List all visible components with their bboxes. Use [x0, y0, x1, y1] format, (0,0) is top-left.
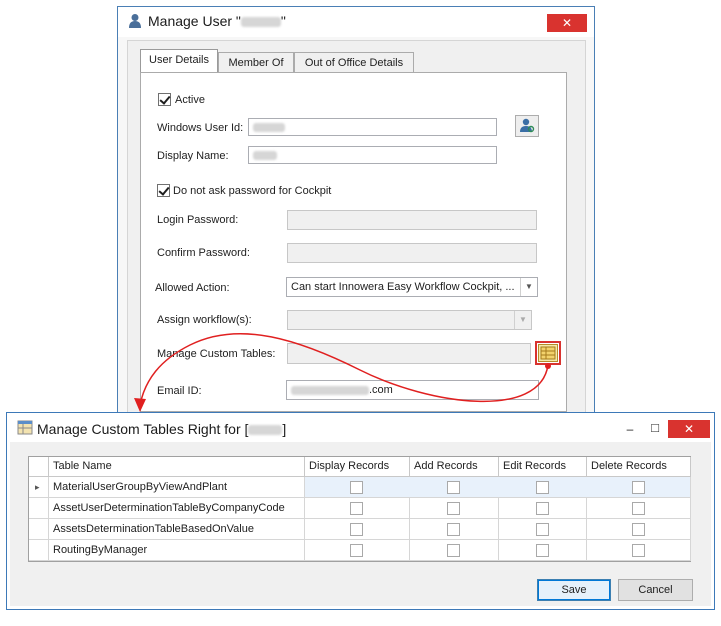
custom-tables-close-button[interactable]: ✕ [668, 420, 710, 438]
table-icon [540, 346, 556, 360]
find-user-button[interactable] [515, 115, 539, 137]
grid-window-icon [17, 420, 33, 438]
row-header[interactable] [29, 519, 49, 540]
delete-records-checkbox[interactable] [632, 544, 645, 557]
add-records-checkbox[interactable] [447, 502, 460, 515]
login-password-label: Login Password: [157, 214, 239, 226]
confirm-password-label: Confirm Password: [157, 247, 250, 259]
tab-out-of-office[interactable]: Out of Office Details [294, 52, 414, 73]
login-password-field[interactable] [287, 210, 537, 230]
no-password-label: Do not ask password for Cockpit [173, 185, 332, 197]
row-header-corner [29, 457, 49, 477]
redacted-username [248, 425, 283, 436]
table-row-name[interactable]: RoutingByManager [49, 540, 305, 561]
display-records-checkbox[interactable] [350, 544, 363, 557]
delete-records-checkbox[interactable] [632, 523, 645, 536]
custom-tables-title: Manage Custom Tables Right for [] [37, 421, 287, 437]
redacted-user-id [253, 122, 285, 132]
row-header[interactable] [29, 498, 49, 519]
cancel-button[interactable]: Cancel [618, 579, 693, 601]
manage-custom-tables-label: Manage Custom Tables: [157, 348, 276, 360]
allowed-action-label: Allowed Action: [155, 282, 230, 294]
maximize-button[interactable]: □ [645, 420, 665, 435]
display-records-checkbox[interactable] [350, 523, 363, 536]
confirm-password-field[interactable] [287, 243, 537, 263]
edit-records-checkbox[interactable] [536, 544, 549, 557]
custom-tables-grid: Table Name Display Records Add Records E… [28, 456, 691, 562]
delete-records-checkbox[interactable] [632, 502, 645, 515]
email-label: Email ID: [157, 385, 202, 397]
display-records-checkbox[interactable] [350, 481, 363, 494]
windows-user-id-label: Windows User Id: [157, 122, 244, 134]
no-password-checkbox[interactable] [157, 184, 170, 197]
tab-member-of[interactable]: Member Of [218, 52, 294, 73]
display-records-checkbox[interactable] [350, 502, 363, 515]
manage-user-close-button[interactable]: ✕ [547, 14, 587, 32]
manage-custom-tables-field[interactable] [287, 343, 531, 364]
add-records-checkbox[interactable] [447, 544, 460, 557]
save-button[interactable]: Save [537, 579, 611, 601]
column-header-delete-records[interactable]: Delete Records [587, 457, 691, 477]
active-checkbox[interactable] [158, 93, 171, 106]
display-name-field[interactable] [248, 146, 497, 164]
table-row-name[interactable]: AssetsDeterminationTableBasedOnValue [49, 519, 305, 540]
table-row-name[interactable]: AssetUserDeterminationTableByCompanyCode [49, 498, 305, 519]
allowed-action-select[interactable]: Can start Innowera Easy Workflow Cockpit… [286, 277, 538, 297]
user-search-icon [520, 118, 535, 133]
delete-records-checkbox[interactable] [632, 481, 645, 494]
email-suffix: .com [369, 384, 393, 396]
redacted-display-name [253, 150, 277, 160]
redacted-username [240, 17, 281, 28]
add-records-checkbox[interactable] [447, 481, 460, 494]
assign-workflow-label: Assign workflow(s): [157, 314, 252, 326]
assign-workflow-select[interactable]: ▼ [287, 310, 532, 330]
column-header-display-records[interactable]: Display Records [305, 457, 410, 477]
tab-user-details[interactable]: User Details [140, 49, 218, 73]
row-header[interactable] [29, 540, 49, 561]
row-indicator[interactable]: ▸ [29, 477, 49, 498]
edit-records-checkbox[interactable] [536, 502, 549, 515]
open-custom-tables-button[interactable] [538, 344, 558, 362]
email-field[interactable]: .com [286, 380, 539, 400]
add-records-checkbox[interactable] [447, 523, 460, 536]
allowed-action-value: Can start Innowera Easy Workflow Cockpit… [291, 281, 515, 293]
chevron-down-icon: ▼ [514, 311, 531, 329]
column-header-table-name[interactable]: Table Name [49, 457, 305, 477]
chevron-down-icon: ▼ [520, 278, 537, 296]
column-header-edit-records[interactable]: Edit Records [499, 457, 587, 477]
minimize-button[interactable]: – [620, 422, 640, 436]
manage-user-title: Manage User " " [148, 13, 286, 29]
table-row-name[interactable]: MaterialUserGroupByViewAndPlant [49, 477, 305, 498]
windows-user-id-field[interactable] [248, 118, 497, 136]
edit-records-checkbox[interactable] [536, 523, 549, 536]
display-name-label: Display Name: [157, 150, 229, 162]
user-icon [128, 13, 142, 32]
edit-records-checkbox[interactable] [536, 481, 549, 494]
column-header-add-records[interactable]: Add Records [410, 457, 499, 477]
redacted-email [291, 385, 369, 395]
active-label: Active [175, 94, 205, 106]
